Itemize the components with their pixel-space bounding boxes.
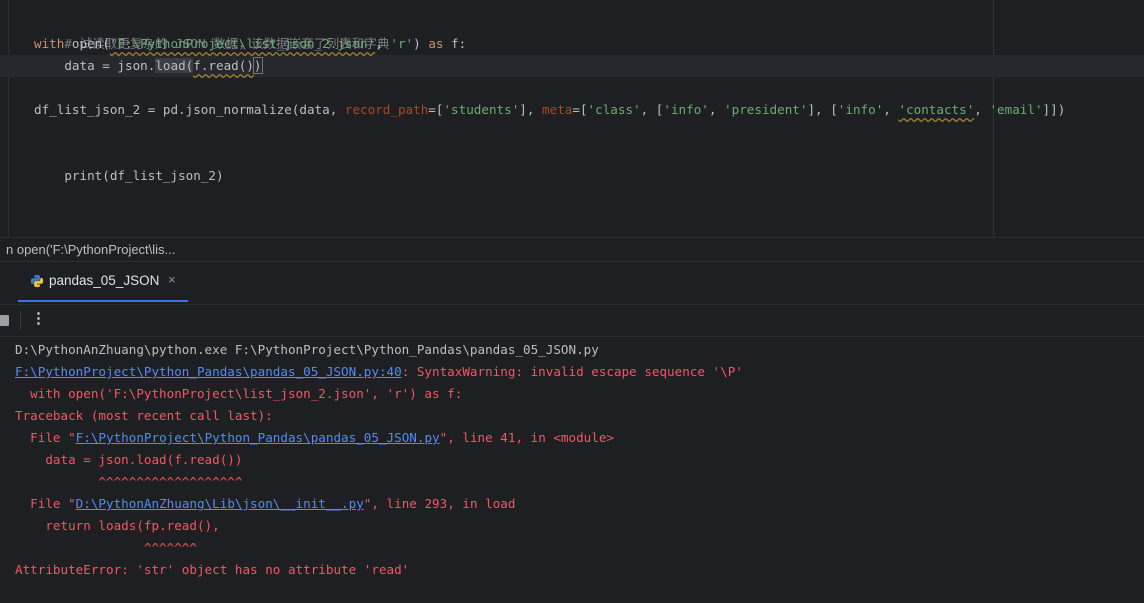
console-traceback-header: Traceback (most recent call last): bbox=[15, 408, 273, 423]
code-token: data = json. bbox=[34, 58, 156, 73]
load-call: load( bbox=[155, 58, 194, 73]
code-token: print(df_list_json_2) bbox=[64, 168, 224, 183]
string-president: 'president' bbox=[724, 102, 808, 117]
string-students: 'students' bbox=[443, 102, 520, 117]
code-token: =[ bbox=[428, 102, 444, 117]
console-error-message: AttributeError: 'str' object has no attr… bbox=[15, 562, 410, 577]
code-line-5[interactable]: print(df_list_json_2) bbox=[34, 143, 223, 183]
string-email: 'email' bbox=[989, 102, 1043, 117]
keyword-as: as bbox=[428, 36, 444, 51]
code-token: f: bbox=[443, 36, 467, 51]
code-token: ]]) bbox=[1042, 102, 1066, 117]
code-token: open( bbox=[64, 36, 110, 51]
code-token: , bbox=[375, 36, 391, 51]
frame-suffix: ", line 293, in load bbox=[363, 496, 516, 511]
code-line-4[interactable]: df_list_json_2 = pd.json_normalize(data,… bbox=[34, 99, 1065, 121]
console-frame-caret: ^^^^^^^^^^^^^^^^^^^ bbox=[15, 474, 243, 489]
code-line-2[interactable]: with open('F:\PythonProject\list_json_2.… bbox=[34, 33, 466, 55]
string-info: 'info' bbox=[663, 102, 709, 117]
editor-breadcrumb[interactable]: n open('F:\PythonProject\lis... bbox=[0, 237, 1144, 261]
code-token: ], [ bbox=[807, 102, 838, 117]
code-editor[interactable]: # 试读取更复杂的 JSON 数据，该数据嵌套了列表和字典 with open(… bbox=[0, 0, 1144, 237]
frame-file-link[interactable]: D:\PythonAnZhuang\Lib\json\__init__.py bbox=[76, 496, 364, 511]
editor-gutter bbox=[0, 0, 9, 237]
code-token: , bbox=[708, 102, 725, 117]
tab-label: pandas_05_JSON bbox=[49, 273, 160, 288]
frame-suffix: ", line 41, in <module> bbox=[439, 430, 615, 445]
run-tool-window: pandas_05_JSON × ⋮ D:\PythonAnZhuang\pyt… bbox=[0, 261, 1144, 603]
frame-file-link[interactable]: F:\PythonProject\Python_Pandas\pandas_05… bbox=[76, 430, 440, 445]
console-frame-code: data = json.load(f.read()) bbox=[15, 452, 243, 467]
string-info: 'info' bbox=[837, 102, 884, 117]
more-options-icon[interactable]: ⋮ bbox=[31, 309, 46, 327]
run-tab-bar: pandas_05_JSON × bbox=[0, 262, 1144, 302]
console-warning-line: F:\PythonProject\Python_Pandas\pandas_05… bbox=[15, 361, 743, 383]
tab-pandas-05-json[interactable]: pandas_05_JSON × bbox=[18, 262, 188, 302]
code-line-1[interactable]: # 试读取更复杂的 JSON 数据，该数据嵌套了列表和字典 bbox=[34, 11, 389, 51]
code-token: ], bbox=[519, 102, 543, 117]
stop-icon[interactable] bbox=[0, 315, 9, 326]
code-token: ) bbox=[413, 36, 429, 51]
console-frame-code: return loads(fp.read(), bbox=[15, 518, 220, 533]
code-token: =[ bbox=[572, 102, 588, 117]
toolbar-divider bbox=[20, 311, 21, 331]
load-argument: f.read() bbox=[193, 58, 254, 73]
close-icon[interactable]: × bbox=[168, 272, 176, 287]
code-token: , bbox=[883, 102, 899, 117]
string-class: 'class' bbox=[587, 102, 641, 117]
param-meta: meta bbox=[542, 102, 573, 117]
string-contacts: 'contacts' bbox=[898, 102, 975, 117]
run-toolbar: ⋮ bbox=[0, 304, 1144, 337]
keyword-with: with bbox=[34, 36, 65, 51]
python-file-icon bbox=[30, 274, 44, 288]
console-traceback-frame: File "D:\PythonAnZhuang\Lib\json\__init_… bbox=[15, 493, 743, 515]
frame-prefix: File " bbox=[15, 496, 76, 511]
console-output[interactable]: D:\PythonAnZhuang\python.exe F:\PythonPr… bbox=[15, 339, 743, 581]
closing-paren-match: ) bbox=[252, 57, 263, 74]
console-frame-caret: ^^^^^^^ bbox=[15, 540, 197, 555]
code-line-3[interactable]: data = json.load(f.read()) bbox=[34, 55, 263, 77]
code-token: , [ bbox=[640, 102, 664, 117]
console-warning-source: with open('F:\PythonProject\list_json_2.… bbox=[15, 386, 463, 401]
frame-prefix: File " bbox=[15, 430, 76, 445]
code-token: , bbox=[974, 102, 990, 117]
mode-string: 'r' bbox=[390, 36, 414, 51]
code-token: df_list_json_2 = pd.json_normalize(data, bbox=[34, 102, 345, 117]
warning-text: : SyntaxWarning: invalid escape sequence… bbox=[401, 364, 743, 379]
console-command-line: D:\PythonAnZhuang\python.exe F:\PythonPr… bbox=[15, 342, 599, 357]
console-traceback-frame: File "F:\PythonProject\Python_Pandas\pan… bbox=[15, 427, 743, 449]
path-string: 'F:\PythonProject\list_json_2.json' bbox=[109, 36, 376, 51]
param-record-path: record_path bbox=[344, 102, 429, 117]
warning-file-link[interactable]: F:\PythonProject\Python_Pandas\pandas_05… bbox=[15, 364, 402, 379]
